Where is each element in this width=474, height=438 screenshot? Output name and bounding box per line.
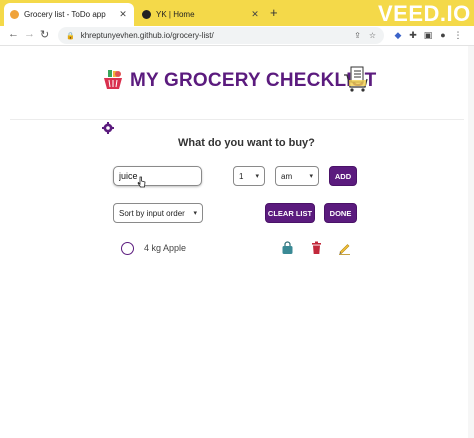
- sidebar-icon[interactable]: ▣: [422, 29, 434, 41]
- tab-grocery-list[interactable]: Grocery list - ToDo app ✕: [4, 3, 134, 26]
- form-question: What do you want to buy?: [178, 137, 315, 149]
- header-divider: [10, 119, 464, 120]
- quantity-select[interactable]: 1 ▾: [233, 166, 265, 186]
- sort-select[interactable]: Sort by input order ▾: [113, 203, 203, 223]
- chevron-down-icon: ▾: [255, 173, 259, 180]
- done-button[interactable]: DONE: [324, 203, 357, 223]
- browser-toolbar: ← → ↻ 🔒 khreptunyevhen.github.io/grocery…: [0, 26, 474, 46]
- menu-icon[interactable]: ⋮: [452, 29, 464, 41]
- extension-icon[interactable]: ◆: [392, 29, 404, 41]
- close-tab-icon[interactable]: ✕: [118, 9, 128, 20]
- bookmark-star-icon[interactable]: ☆: [369, 31, 376, 40]
- item-text: 4 kg Apple: [144, 243, 187, 253]
- pencil-icon[interactable]: [338, 241, 351, 255]
- tab-title: Grocery list - ToDo app: [24, 10, 106, 19]
- page-scrollbar[interactable]: [468, 46, 474, 438]
- clear-list-button[interactable]: CLEAR LIST: [265, 203, 315, 223]
- add-button[interactable]: ADD: [329, 166, 357, 186]
- tab-yk-home[interactable]: YK | Home ✕: [136, 3, 266, 26]
- page-title: MY GROCERY CHECKLIST: [130, 70, 377, 91]
- gear-icon[interactable]: [102, 122, 114, 134]
- item-checkbox[interactable]: [121, 242, 134, 255]
- yk-favicon-icon: [142, 10, 151, 19]
- list-item: 4 kg Apple: [114, 238, 364, 260]
- reload-icon[interactable]: ↻: [40, 28, 49, 41]
- unit-select[interactable]: am ▾: [275, 166, 319, 186]
- watermark: VEED.IO: [378, 1, 471, 26]
- forward-arrow-icon[interactable]: →: [24, 28, 35, 40]
- grocery-favicon-icon: [10, 10, 19, 19]
- basket-icon: [104, 70, 122, 89]
- bag-icon[interactable]: [281, 241, 294, 255]
- close-tab-icon[interactable]: ✕: [250, 9, 260, 20]
- profile-icon[interactable]: ●: [437, 29, 449, 41]
- chevron-down-icon: ▾: [309, 173, 313, 180]
- lock-icon: 🔒: [66, 32, 75, 40]
- back-arrow-icon[interactable]: ←: [8, 28, 19, 40]
- trash-icon[interactable]: [310, 241, 323, 255]
- browser-tab-bar: Grocery list - ToDo app ✕ YK | Home ✕ + …: [0, 0, 474, 26]
- tab-title: YK | Home: [156, 10, 195, 19]
- url-text: khreptunyevhen.github.io/grocery-list/: [80, 31, 214, 40]
- item-input[interactable]: [113, 166, 202, 186]
- unit-value: am: [281, 171, 293, 181]
- quantity-value: 1: [239, 171, 244, 181]
- chevron-down-icon: ▾: [193, 210, 197, 217]
- mouse-cursor-icon: [137, 176, 146, 188]
- new-tab-button[interactable]: +: [270, 5, 278, 20]
- address-bar[interactable]: 🔒 khreptunyevhen.github.io/grocery-list/…: [58, 27, 384, 44]
- cart-checklist-icon: [344, 66, 368, 92]
- sort-value: Sort by input order: [119, 208, 185, 218]
- share-icon[interactable]: ⇪: [354, 31, 361, 40]
- puzzle-icon[interactable]: ✚: [407, 29, 419, 41]
